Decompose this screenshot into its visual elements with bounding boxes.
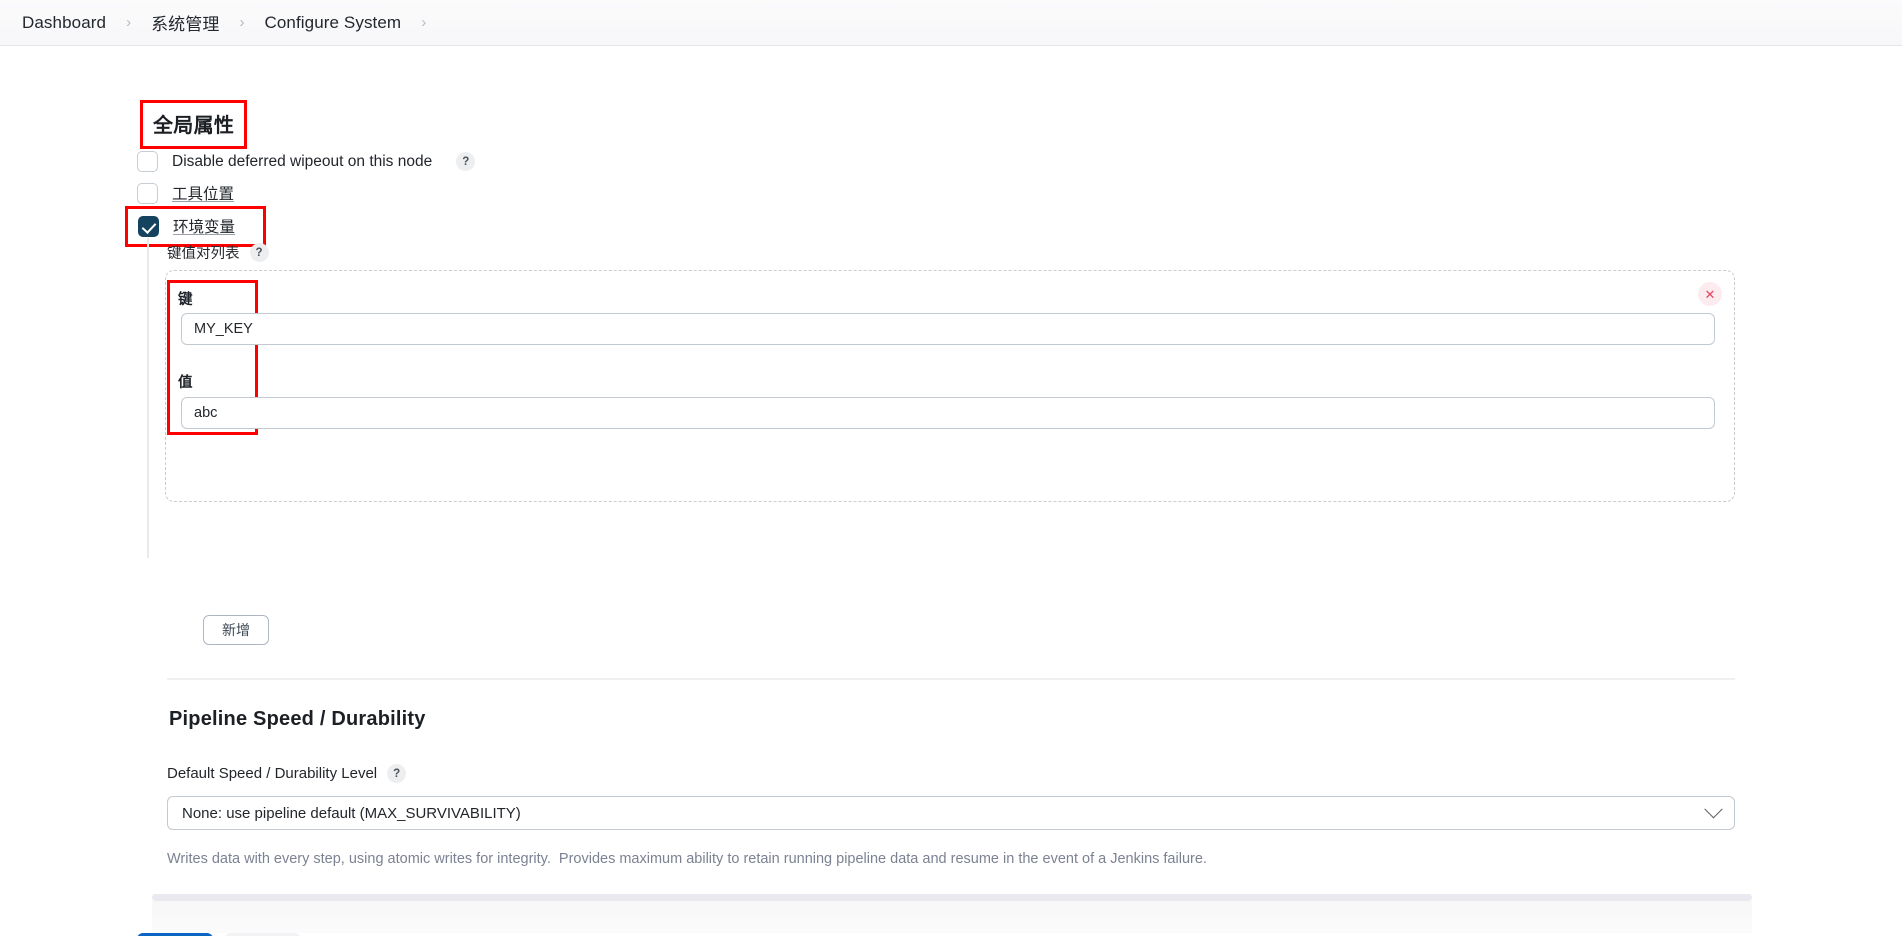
checkbox-label-environment-variables: 环境变量 (173, 219, 236, 236)
durability-description: Writes data with every step, using atomi… (167, 851, 1207, 867)
key-input[interactable] (181, 313, 1715, 345)
checkbox-tool-locations[interactable] (137, 182, 158, 204)
delete-entry-button[interactable]: ✕ (1698, 282, 1722, 306)
value-field-label: 值 (178, 375, 193, 391)
breadcrumb-item-dashboard[interactable]: Dashboard (18, 11, 110, 35)
breadcrumb-item-system-management[interactable]: 系统管理 (147, 8, 223, 37)
checkbox-row-tool-locations[interactable]: 工具位置 (137, 182, 234, 204)
page-title: 全局属性 (140, 100, 248, 149)
pipeline-section-title: Pipeline Speed / Durability (169, 708, 426, 730)
checkbox-row-disable-deferred-wipeout[interactable]: Disable deferred wipeout on this node ? (137, 151, 476, 172)
durability-field-label: Default Speed / Durability Level (167, 765, 378, 782)
kv-list-label-row: 键值对列表 ? (167, 238, 269, 263)
section-divider (167, 678, 1735, 680)
durability-select[interactable]: None: use pipeline default (MAX_SURVIVAB… (167, 796, 1735, 830)
add-entry-button[interactable]: 新增 (203, 615, 269, 645)
checkbox-label-disable-deferred-wipeout: Disable deferred wipeout on this node (172, 152, 433, 170)
durability-select-wrapper[interactable]: None: use pipeline default (MAX_SURVIVAB… (167, 796, 1735, 830)
breadcrumb-item-configure-system[interactable]: Configure System (260, 11, 405, 35)
breadcrumb: Dashboard › 系统管理 › Configure System › (0, 0, 1902, 46)
checkbox-disable-deferred-wipeout[interactable] (137, 151, 158, 172)
help-icon-kv-list[interactable]: ? (249, 243, 269, 262)
horizontal-scrollbar[interactable] (152, 894, 1752, 901)
value-input[interactable] (181, 397, 1715, 429)
help-icon-durability[interactable]: ? (387, 764, 407, 783)
checkbox-label-tool-locations: 工具位置 (172, 186, 235, 203)
kv-entry-container (165, 270, 1735, 502)
footer-background (152, 901, 1752, 933)
configure-system-page: 全局属性 Disable deferred wipeout on this no… (0, 46, 1902, 936)
breadcrumb-separator-icon: › (126, 14, 132, 31)
breadcrumb-separator-icon: › (239, 14, 245, 31)
durability-field-label-row: Default Speed / Durability Level ? (167, 764, 407, 783)
checkbox-environment-variables[interactable] (138, 215, 159, 237)
global-properties-heading-annotation: 全局属性 (140, 100, 248, 149)
key-field-label: 键 (178, 292, 193, 308)
durability-selected-option: None: use pipeline default (MAX_SURVIVAB… (182, 804, 521, 822)
chevron-down-icon (1704, 799, 1723, 818)
kv-list-label: 键值对列表 (167, 246, 240, 262)
breadcrumb-separator-icon: › (421, 14, 427, 31)
help-icon-disable-deferred-wipeout[interactable]: ? (456, 152, 476, 171)
